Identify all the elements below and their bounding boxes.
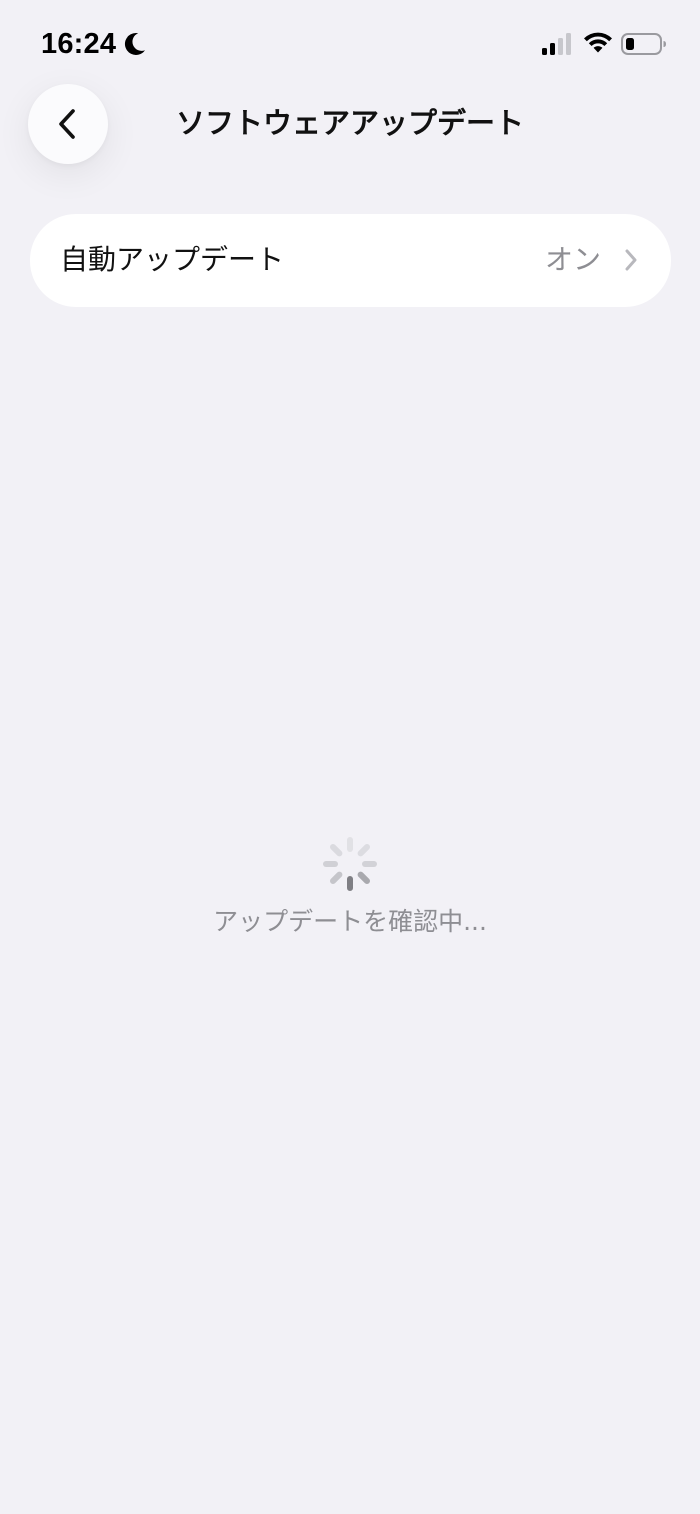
battery-icon <box>621 33 666 55</box>
chevron-right-icon <box>625 249 637 271</box>
wifi-icon <box>584 32 612 53</box>
spinner-icon <box>323 837 377 891</box>
auto-update-label: 自動アップデート <box>60 243 285 276</box>
page-title: ソフトウェアアップデート <box>175 106 524 140</box>
auto-update-value: オン <box>544 243 601 276</box>
loading-text: アップデートを確認中... <box>213 907 487 936</box>
status-time: 16:24 <box>41 28 117 60</box>
auto-update-row[interactable]: 自動アップデート オン <box>30 214 671 307</box>
signal-icon <box>542 33 571 55</box>
moon-icon <box>124 32 145 55</box>
loading-area: アップデートを確認中... <box>0 834 700 954</box>
status-bar: 16:24 <box>0 0 700 88</box>
